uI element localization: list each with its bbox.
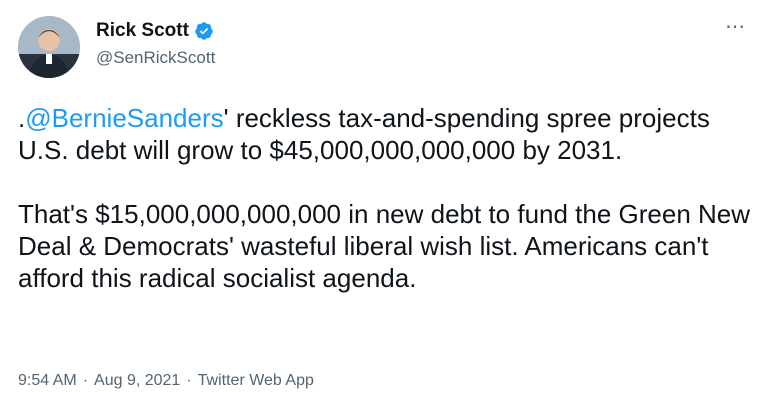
meta-separator: · (186, 372, 192, 389)
tweet-time[interactable]: 9:54 AM (18, 372, 77, 390)
author-handle[interactable]: @SenRickScott (96, 48, 215, 68)
avatar[interactable] (18, 16, 80, 78)
author-name-row: Rick Scott (96, 20, 214, 42)
meta-separator: · (82, 372, 89, 389)
tweet-card: Rick Scott @SenRickScott ⋯ .@BernieSande… (0, 0, 768, 416)
tweet-source[interactable]: Twitter Web App (198, 372, 314, 390)
tweet-meta: 9:54 AM · Aug 9, 2021 · Twitter Web App (18, 372, 314, 390)
tweet-date[interactable]: Aug 9, 2021 (94, 372, 180, 390)
tweet-paragraph-2: That's $15,000,000,000,000 in new debt t… (18, 199, 758, 293)
mention-link[interactable]: @BernieSanders (25, 103, 223, 133)
verified-badge-icon (195, 22, 213, 40)
author-display-name[interactable]: Rick Scott (96, 20, 189, 42)
tweet-text: .@BernieSanders' reckless tax-and-spendi… (18, 102, 753, 294)
more-options-icon[interactable]: ⋯ (725, 17, 746, 37)
avatar-image (18, 16, 80, 78)
